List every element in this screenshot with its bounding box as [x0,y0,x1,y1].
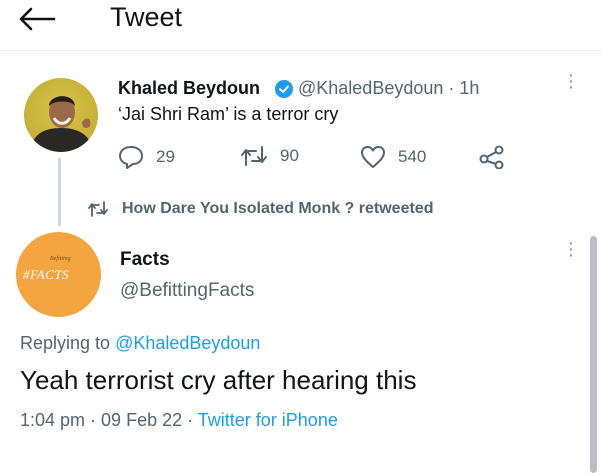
like-icon [361,146,385,168]
like-button[interactable]: 540 [360,145,426,169]
more-icon[interactable]: · · · [565,233,577,265]
back-button[interactable] [18,6,58,32]
author-name[interactable]: Facts [120,249,170,271]
tweet-metadata: 1:04 pm · 09 Feb 22 · Twitter for iPhone [20,410,338,431]
page-title: Tweet [110,2,183,32]
tweet-time[interactable]: 1:04 pm [20,410,85,430]
retweet-notice-text: How Dare You Isolated Monk ? retweeted [122,200,434,217]
share-button[interactable] [478,145,506,169]
profile-photo-icon [30,96,94,152]
reply-count: 29 [156,147,175,166]
replying-prefix: Replying to [20,333,116,353]
tweet-text: ‘Jai Shri Ram’ is a terror cry [118,104,339,124]
share-icon [479,145,504,169]
header-divider [0,50,602,51]
avatar-logo-text: #FACTS [23,267,70,282]
verified-icon [275,80,293,98]
reply-icon [119,146,143,169]
author-name[interactable]: Khaled Beydoun [118,78,260,99]
retweet-icon [88,201,108,217]
avatar[interactable]: Befitting #FACTS [16,232,101,317]
like-count: 540 [398,147,427,166]
thread-line [58,158,61,226]
tweet-text: Yeah terrorist cry after hearing this [20,365,417,395]
separator: · [85,410,102,430]
avatar-small-text: Befitting [50,256,71,262]
replying-to: Replying to @KhaledBeydoun [20,333,260,354]
retweet-count: 90 [280,146,299,165]
back-arrow-icon [19,7,56,31]
reply-button[interactable]: 29 [118,145,175,169]
tweet-source[interactable]: Twitter for iPhone [198,410,338,430]
more-icon[interactable]: · · · [565,65,577,97]
avatar[interactable] [24,78,98,152]
replying-to-link[interactable]: @KhaledBeydoun [115,333,260,353]
separator: · [182,410,198,430]
author-handle[interactable]: @BefittingFacts [120,280,254,302]
author-handle-time[interactable]: @KhaledBeydoun · 1h [298,78,479,99]
tweet-date[interactable]: 09 Feb 22 [101,410,182,430]
scrollbar[interactable] [590,236,597,473]
retweet-icon [241,146,267,166]
retweet-notice[interactable]: How Dare You Isolated Monk ? retweeted [88,200,433,218]
retweet-button[interactable]: 90 [240,145,299,167]
